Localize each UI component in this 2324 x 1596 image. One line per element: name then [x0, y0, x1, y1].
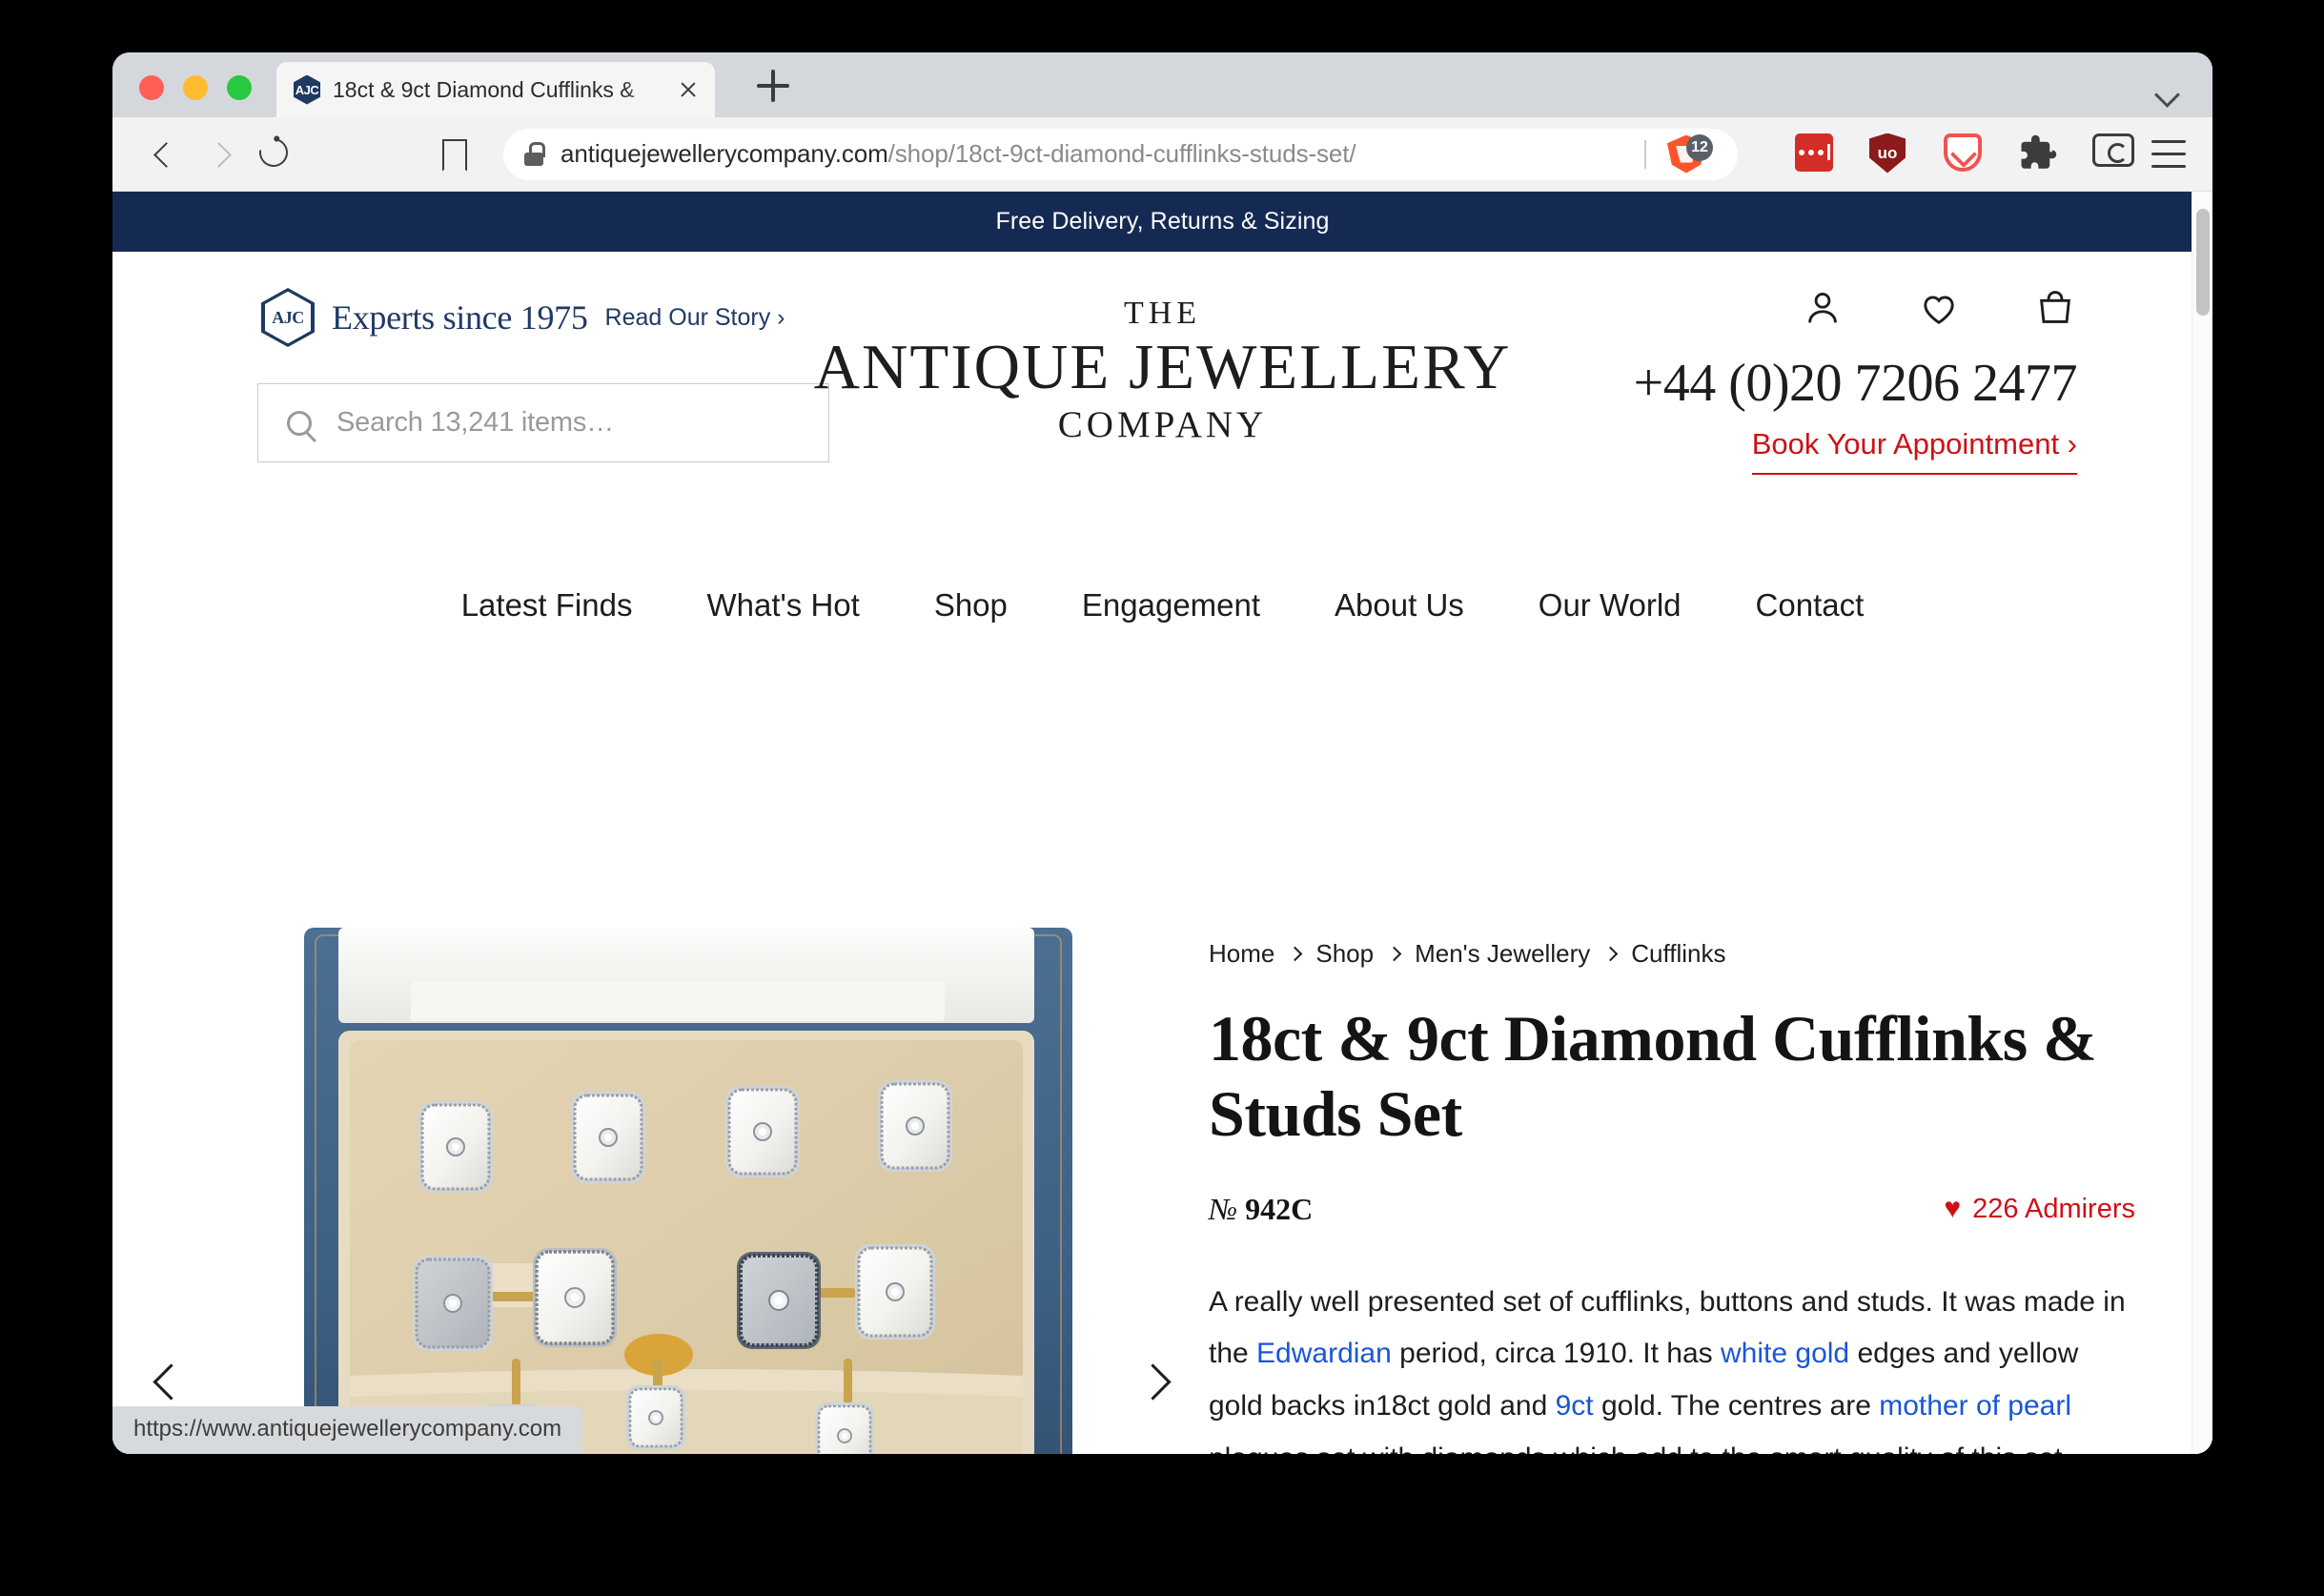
url-path: /shop/18ct-9ct-diamond-cufflinks-studs-s… [887, 139, 1356, 168]
url-domain: antiquejewellerycompany.com [561, 139, 888, 168]
forward-button[interactable] [191, 127, 246, 182]
book-appointment-link[interactable]: Book Your Appointment › [1751, 427, 2077, 475]
nav-item-engagement[interactable]: Engagement [1082, 587, 1260, 624]
gallery-next-button[interactable] [1131, 1360, 1174, 1403]
link-9ct[interactable]: 9ct [1556, 1390, 1594, 1422]
heart-icon: ♥ [1944, 1193, 1962, 1225]
sku-and-admirers-row: № 942C ♥ 226 Admirers [1209, 1192, 2135, 1227]
gallery-prev-button[interactable] [149, 1360, 193, 1403]
phone-number[interactable]: +44 (0)20 7206 2477 [1634, 353, 2078, 414]
brave-shields-button[interactable]: 12 [1667, 133, 1713, 174]
breadcrumb-home[interactable]: Home [1209, 939, 1274, 969]
pocket-extension-icon[interactable] [1944, 133, 1986, 175]
shields-blocked-count: 12 [1686, 133, 1713, 161]
status-bar-link: https://www.antiquejewellerycompany.com [112, 1406, 583, 1454]
back-button[interactable] [135, 127, 191, 182]
browser-toolbar: antiquejewellerycompany.com/shop/18ct-9c… [112, 117, 2212, 192]
close-tab-icon[interactable] [675, 76, 702, 103]
reload-button[interactable] [246, 127, 301, 182]
ajc-hexagon-logo-icon[interactable]: AJC [261, 288, 315, 347]
admirers-count: 226 Admirers [1972, 1193, 2135, 1224]
puzzle-piece-shape [2021, 134, 2057, 169]
tab-favicon-ajc-icon: AJC [294, 74, 320, 105]
screenshot-root: AJC 18ct & 9ct Diamond Cufflinks & antiq… [0, 0, 2324, 1596]
browser-tab[interactable]: AJC 18ct & 9ct Diamond Cufflinks & [276, 62, 715, 117]
address-bar-url: antiquejewellerycompany.com/shop/18ct-9c… [561, 139, 1356, 169]
lock-icon [524, 142, 545, 166]
breadcrumb-mens-jewellery[interactable]: Men's Jewellery [1415, 939, 1590, 969]
product-gallery [112, 926, 1209, 1454]
announcement-bar: Free Delivery, Returns & Sizing [112, 192, 2212, 252]
nav-item-whats-hot[interactable]: What's Hot [706, 587, 859, 624]
breadcrumb: Home Shop Men's Jewellery Cufflinks [1209, 939, 2135, 969]
account-icon[interactable] [1801, 286, 1845, 330]
description-part-4: gold. The centres are [1593, 1389, 1880, 1422]
browser-window: AJC 18ct & 9ct Diamond Cufflinks & antiq… [112, 52, 2212, 1454]
nav-item-about-us[interactable]: About Us [1335, 587, 1464, 624]
zoom-window-button[interactable] [227, 75, 252, 100]
breadcrumb-cufflinks[interactable]: Cufflinks [1631, 939, 1725, 969]
link-edwardian[interactable]: Edwardian [1256, 1338, 1392, 1369]
main-navigation: Latest Finds What's Hot Shop Engagement … [112, 587, 2212, 624]
1password-extension-icon[interactable] [1795, 133, 1837, 175]
scrollbar-thumb[interactable] [2196, 209, 2210, 316]
forward-arrow-icon [210, 142, 226, 167]
tab-title: 18ct & 9ct Diamond Cufflinks & [333, 76, 635, 102]
browser-menu-button[interactable] [2148, 136, 2190, 173]
page-scrollbar[interactable] [2191, 192, 2212, 1454]
product-info: Home Shop Men's Jewellery Cufflinks 18ct… [1209, 926, 2162, 1454]
bookmark-icon[interactable] [442, 139, 467, 170]
product-sku: № 942C [1209, 1191, 1314, 1226]
product-section: Home Shop Men's Jewellery Cufflinks 18ct… [112, 926, 2212, 1454]
ublock-origin-extension-icon[interactable]: uo [1869, 133, 1911, 175]
new-tab-button[interactable] [757, 70, 789, 102]
header-icon-group [1634, 286, 2077, 330]
link-white-gold[interactable]: white gold [1721, 1338, 1849, 1369]
product-photo-illustration [296, 928, 1088, 1454]
breadcrumb-chevron-icon [1602, 946, 1619, 962]
product-description: A really well presented set of cufflinks… [1209, 1277, 2135, 1454]
product-image[interactable] [296, 928, 1088, 1454]
close-window-button[interactable] [139, 75, 164, 100]
shopping-bag-icon[interactable] [2033, 286, 2077, 330]
wallet-extension-icon[interactable] [2092, 133, 2134, 175]
extension-toolbar: uo [1795, 133, 2134, 175]
nav-item-latest-finds[interactable]: Latest Finds [461, 587, 633, 624]
product-sku-value: 942C [1245, 1191, 1314, 1226]
address-bar-divider [1644, 139, 1646, 169]
breadcrumb-chevron-icon [1288, 946, 1303, 962]
nav-item-our-world[interactable]: Our World [1539, 587, 1682, 624]
breadcrumb-chevron-icon [1386, 946, 1402, 962]
address-bar[interactable]: antiquejewellerycompany.com/shop/18ct-9c… [503, 128, 1738, 180]
header-right-block: +44 (0)20 7206 2477 Book Your Appointmen… [1634, 286, 2078, 475]
tab-strip: AJC 18ct & 9ct Diamond Cufflinks & [112, 52, 2212, 117]
back-arrow-icon [154, 142, 171, 167]
window-controls [139, 75, 252, 100]
tab-list-chevron-down-icon[interactable] [2155, 86, 2180, 100]
extensions-puzzle-icon[interactable] [2018, 133, 2060, 175]
page-viewport: Free Delivery, Returns & Sizing AJC Expe… [112, 192, 2212, 1454]
page-title: 18ct & 9ct Diamond Cufflinks & Studs Set [1209, 1002, 2097, 1150]
wishlist-heart-icon[interactable] [1917, 286, 1961, 330]
reload-icon [254, 132, 294, 173]
description-part-5: plaques set with diamonds which add to t… [1209, 1443, 2070, 1454]
description-part-2: period, circa 1910. It has [1391, 1338, 1722, 1370]
nav-item-shop[interactable]: Shop [934, 587, 1008, 624]
breadcrumb-shop[interactable]: Shop [1315, 939, 1374, 969]
nav-item-contact[interactable]: Contact [1756, 587, 1865, 624]
admirers-badge[interactable]: ♥ 226 Admirers [1944, 1194, 2135, 1225]
link-mother-of-pearl[interactable]: mother of pearl [1879, 1390, 2071, 1422]
minimize-window-button[interactable] [183, 75, 208, 100]
